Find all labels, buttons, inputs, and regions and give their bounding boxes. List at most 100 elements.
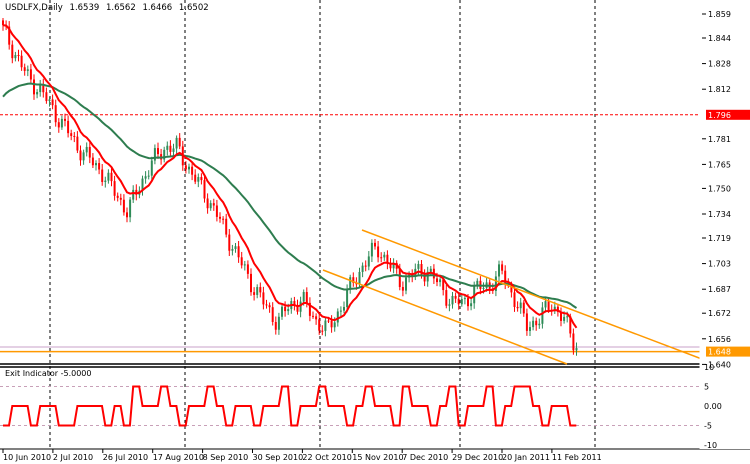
bear-candle — [222, 218, 225, 220]
bear-candle — [98, 163, 101, 170]
bull-candle — [529, 327, 531, 331]
price-tick-label: 1.781 — [708, 135, 731, 144]
bear-candle — [54, 105, 57, 123]
alert-price-label: 1.796 — [708, 111, 731, 120]
bull-candle — [336, 311, 339, 323]
date-tick-label: 10 Jun 2010 — [3, 453, 51, 462]
date-tick-label: 17 Aug 2010 — [153, 453, 204, 462]
price-tick-label: 1.672 — [708, 309, 731, 318]
bull-candle — [463, 298, 466, 300]
bull-candle — [470, 303, 473, 307]
bull-candle — [346, 289, 349, 308]
bull-candle — [519, 302, 522, 309]
bear-candle — [262, 292, 265, 305]
bull-candle — [339, 310, 342, 312]
indicator-tick-label: 10 — [704, 363, 714, 372]
price-chart[interactable]: 1.859 1.844 1.828 1.812 1.781 1.765 1.750 1.734… — [0, 0, 750, 464]
price-tick-label: 1.719 — [708, 234, 731, 243]
bull-candle — [361, 265, 364, 272]
bull-candle — [234, 246, 237, 249]
bear-candle — [312, 315, 314, 317]
exit-indicator-line — [3, 385, 577, 427]
bear-candle — [88, 146, 91, 158]
bull-candle — [231, 248, 234, 251]
high-value: 1.6562 — [105, 3, 136, 13]
bull-candle — [429, 268, 432, 272]
bear-candle — [45, 92, 48, 102]
bear-candle — [51, 99, 54, 106]
bull-candle — [299, 301, 302, 312]
bull-candle — [448, 304, 451, 306]
indicator-tick-label: -10 — [704, 441, 717, 450]
bear-candle — [454, 295, 457, 299]
bull-candle — [439, 279, 442, 283]
bull-candle — [95, 163, 97, 166]
bear-candle — [265, 304, 268, 306]
price-tick-label: 1.844 — [708, 34, 731, 43]
date-tick-label: 26 Jul 2010 — [103, 453, 148, 462]
price-tick-label: 1.828 — [708, 60, 731, 69]
bear-candle — [116, 195, 119, 198]
bull-candle — [14, 55, 17, 59]
bear-candle — [268, 305, 271, 308]
bull-candle — [166, 145, 169, 150]
bear-candle — [327, 320, 330, 322]
chart-window[interactable]: 1.859 1.844 1.828 1.812 1.781 1.765 1.750 1.734… — [0, 0, 750, 464]
bull-candle — [405, 277, 407, 291]
bull-candle — [302, 292, 305, 302]
bear-candle — [330, 320, 333, 328]
bull-candle — [370, 242, 373, 257]
bull-candle — [498, 264, 500, 277]
bear-candle — [225, 218, 228, 235]
date-tick-label: 15 Nov 2010 — [352, 453, 403, 462]
current-price-label: 1.648 — [708, 348, 731, 357]
bear-candle — [240, 257, 243, 266]
bull-candle — [175, 137, 178, 149]
indicator-tick-label: 5 — [704, 383, 709, 392]
bear-candle — [169, 145, 172, 152]
bull-candle — [60, 118, 63, 128]
bear-candle — [250, 273, 252, 293]
bear-candle — [457, 298, 460, 305]
bull-candle — [48, 99, 51, 102]
bull-candle — [188, 166, 190, 170]
bear-candle — [122, 199, 125, 213]
bull-candle — [36, 92, 39, 95]
bull-candle — [147, 175, 150, 177]
bear-candle — [29, 69, 32, 80]
bull-candle — [367, 256, 370, 267]
bear-candle — [184, 165, 187, 170]
bear-candle — [535, 320, 538, 326]
bull-candle — [333, 322, 336, 328]
bear-candle — [23, 67, 26, 71]
bull-candle — [343, 307, 345, 311]
bear-candle — [191, 166, 194, 175]
bear-candle — [110, 172, 113, 182]
bear-candle — [126, 212, 128, 218]
bear-candle — [364, 265, 367, 267]
bear-candle — [274, 321, 277, 330]
bull-candle — [129, 199, 132, 218]
price-tick-label: 1.812 — [708, 85, 731, 94]
bear-candle — [572, 333, 575, 351]
bear-candle — [259, 287, 262, 293]
bear-candle — [237, 246, 240, 258]
bear-candle — [76, 136, 79, 151]
bear-candle — [305, 292, 308, 303]
bear-candle — [219, 216, 221, 219]
bull-candle — [575, 348, 578, 351]
bull-candle — [104, 180, 107, 182]
bull-candle — [150, 160, 153, 176]
bear-candle — [70, 133, 73, 136]
close-value: 1.6502 — [178, 3, 209, 13]
bear-candle — [445, 290, 448, 306]
bull-candle — [460, 298, 463, 305]
date-tick-label: 22 Oct 2010 — [302, 453, 351, 462]
bull-candle — [482, 287, 485, 289]
bear-candle — [380, 257, 383, 259]
bull-candle — [197, 177, 200, 182]
bear-candle — [398, 268, 401, 288]
bull-candle — [544, 301, 547, 308]
bull-candle — [451, 295, 454, 305]
bear-candle — [17, 55, 20, 57]
